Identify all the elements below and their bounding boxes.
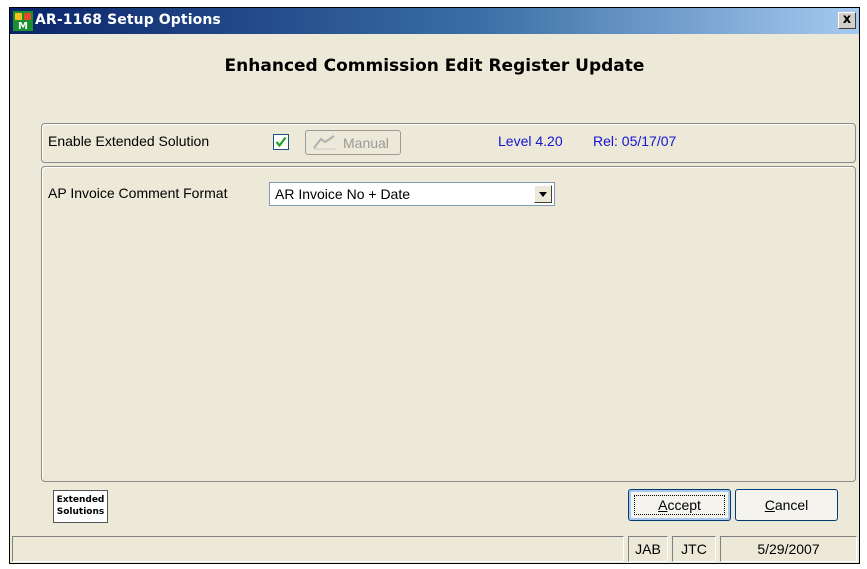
- ap-invoice-comment-format-label: AP Invoice Comment Format: [48, 185, 228, 201]
- svg-text:M: M: [18, 21, 28, 31]
- close-button[interactable]: x: [838, 12, 856, 29]
- comment-format-dropdown[interactable]: AR Invoice No + Date: [269, 182, 555, 206]
- status-date: 5/29/2007: [720, 536, 857, 562]
- window-title: AR-1168 Setup Options: [35, 12, 221, 28]
- extended-solutions-logo[interactable]: Extended Solutions: [53, 490, 108, 523]
- app-icon: M: [13, 11, 33, 31]
- status-company: JTC: [672, 536, 716, 562]
- setup-options-window: M AR-1168 Setup Options x Enhanced Commi…: [9, 7, 860, 564]
- title-bar[interactable]: M AR-1168 Setup Options x: [10, 8, 859, 34]
- format-panel: [41, 166, 856, 482]
- enable-extended-label: Enable Extended Solution: [48, 133, 210, 149]
- cancel-mnemonic: C: [764, 497, 775, 513]
- dropdown-arrow-button[interactable]: [534, 185, 552, 203]
- checkmark-icon: [275, 136, 287, 148]
- manual-button[interactable]: Manual: [305, 130, 401, 155]
- status-message: [12, 536, 624, 562]
- logo-line-1: Extended: [56, 495, 105, 505]
- cancel-button[interactable]: Cancel: [735, 489, 838, 521]
- release-text: Rel: 05/17/07: [593, 133, 677, 149]
- status-bar: JAB JTC 5/29/2007: [10, 532, 859, 563]
- accept-button[interactable]: Accept: [628, 489, 731, 521]
- comment-format-value: AR Invoice No + Date: [275, 186, 411, 202]
- logo-line-2: Solutions: [56, 507, 105, 517]
- status-user: JAB: [628, 536, 668, 562]
- cancel-label: ancel: [774, 497, 809, 513]
- focus-rect: [634, 495, 725, 515]
- page-heading: Enhanced Commission Edit Register Update: [224, 56, 645, 76]
- level-text: Level 4.20: [498, 133, 563, 149]
- manual-label: Manual: [343, 135, 389, 151]
- chevron-down-icon: [539, 192, 547, 197]
- manual-icon: [313, 135, 336, 150]
- enable-extended-checkbox[interactable]: [273, 134, 289, 150]
- close-icon: x: [842, 12, 852, 27]
